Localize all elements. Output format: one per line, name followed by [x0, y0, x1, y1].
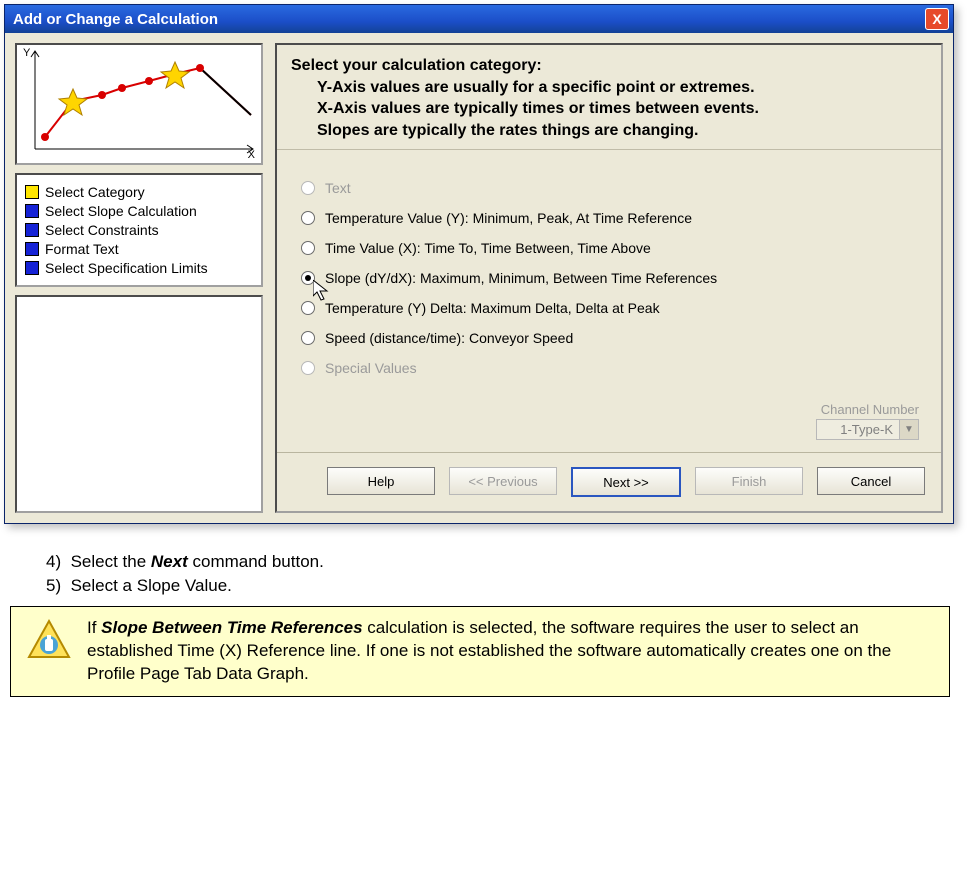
option-label: Speed (distance/time): Conveyor Speed [325, 330, 573, 346]
titlebar[interactable]: Add or Change a Calculation X [5, 5, 953, 33]
wizard-steps: Select Category Select Slope Calculation… [15, 173, 263, 287]
thumbnail-chart: Y X [15, 43, 263, 165]
option-label: Temperature Value (Y): Minimum, Peak, At… [325, 210, 692, 226]
sidebar-lower-panel [15, 295, 263, 513]
step-number: 5) [46, 576, 61, 595]
sidebar-item-limits[interactable]: Select Specification Limits [25, 260, 253, 276]
sidebar-item-slope[interactable]: Select Slope Calculation [25, 203, 253, 219]
square-icon [25, 261, 39, 275]
sidebar-item-constraints[interactable]: Select Constraints [25, 222, 253, 238]
axis-y-label: Y [23, 47, 30, 59]
sidebar-item-label: Select Specification Limits [45, 260, 208, 276]
options-group: Text Temperature Value (Y): Minimum, Pea… [277, 150, 941, 396]
option-time-value[interactable]: Time Value (X): Time To, Time Between, T… [301, 240, 917, 256]
heading-line: X-Axis values are typically times or tim… [291, 98, 927, 120]
main-panel: Select your calculation category: Y-Axis… [275, 43, 943, 513]
sidebar-item-category[interactable]: Select Category [25, 184, 253, 200]
note-text: If Slope Between Time References calcula… [87, 617, 935, 686]
radio-icon [301, 331, 315, 345]
instruction-step-4: 4) Select the Next command button. [46, 552, 971, 572]
sidebar-item-label: Select Constraints [45, 222, 159, 238]
sidebar-item-label: Select Category [45, 184, 145, 200]
chart-svg [17, 45, 261, 159]
channel-value: 1-Type-K [816, 419, 900, 440]
previous-button: << Previous [449, 467, 557, 495]
finish-button: Finish [695, 467, 803, 495]
option-text: Text [301, 180, 917, 196]
dialog-client: Y X [5, 33, 953, 523]
step-text-bold: Next [151, 552, 188, 571]
panel-heading: Select your calculation category: Y-Axis… [277, 45, 941, 150]
option-label: Slope (dY/dX): Maximum, Minimum, Between… [325, 270, 717, 286]
instruction-step-5: 5) Select a Slope Value. [46, 576, 971, 596]
step-text: command button. [188, 552, 324, 571]
option-special: Special Values [301, 360, 917, 376]
step-number: 4) [46, 552, 61, 571]
square-icon [25, 185, 39, 199]
next-button[interactable]: Next >> [571, 467, 681, 497]
dialog-title: Add or Change a Calculation [13, 11, 925, 28]
heading-line: Select your calculation category: [291, 55, 927, 77]
channel-selector: Channel Number 1-Type-K ▼ [816, 402, 919, 440]
note-callout: If Slope Between Time References calcula… [10, 606, 950, 697]
dialog-window: Add or Change a Calculation X Y X [4, 4, 954, 524]
option-label: Temperature (Y) Delta: Maximum Delta, De… [325, 300, 660, 316]
option-speed[interactable]: Speed (distance/time): Conveyor Speed [301, 330, 917, 346]
square-icon [25, 204, 39, 218]
option-label: Text [325, 180, 351, 196]
cancel-button[interactable]: Cancel [817, 467, 925, 495]
sidebar: Y X [15, 43, 263, 513]
axis-x-label: X [248, 149, 255, 161]
tip-icon [25, 617, 73, 665]
heading-line: Slopes are typically the rates things ar… [291, 120, 927, 142]
radio-icon [301, 241, 315, 255]
heading-line: Y-Axis values are usually for a specific… [291, 77, 927, 99]
radio-icon [301, 181, 315, 195]
close-icon: X [932, 11, 941, 27]
option-slope[interactable]: Slope (dY/dX): Maximum, Minimum, Between… [301, 270, 917, 286]
note-bold: Slope Between Time References [101, 618, 362, 637]
step-text: Select a Slope Value. [71, 576, 232, 595]
sidebar-item-label: Select Slope Calculation [45, 203, 197, 219]
option-temperature-delta[interactable]: Temperature (Y) Delta: Maximum Delta, De… [301, 300, 917, 316]
square-icon [25, 242, 39, 256]
radio-icon [301, 301, 315, 315]
chevron-down-icon: ▼ [900, 419, 919, 440]
note-pre: If [87, 618, 101, 637]
sidebar-item-format[interactable]: Format Text [25, 241, 253, 257]
sidebar-item-label: Format Text [45, 241, 119, 257]
radio-icon [301, 361, 315, 375]
option-label: Time Value (X): Time To, Time Between, T… [325, 240, 651, 256]
instruction-list: 4) Select the Next command button. 5) Se… [46, 552, 971, 596]
square-icon [25, 223, 39, 237]
option-label: Special Values [325, 360, 417, 376]
radio-icon [301, 211, 315, 225]
step-text: Select the [71, 552, 151, 571]
help-button[interactable]: Help [327, 467, 435, 495]
button-bar: Help << Previous Next >> Finish Cancel [277, 452, 941, 511]
channel-label: Channel Number [816, 402, 919, 417]
close-button[interactable]: X [925, 8, 949, 30]
radio-icon [301, 271, 315, 285]
option-temperature-value[interactable]: Temperature Value (Y): Minimum, Peak, At… [301, 210, 917, 226]
